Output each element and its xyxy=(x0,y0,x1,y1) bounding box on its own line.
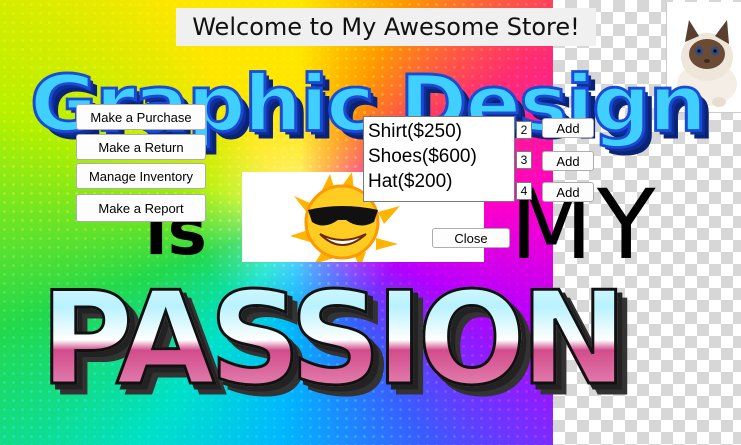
add-shoes-button[interactable]: Add xyxy=(542,151,594,171)
quantity-field-shoes[interactable]: 3 xyxy=(516,151,532,169)
list-item[interactable]: Shoes($600) xyxy=(368,144,510,169)
product-listbox[interactable]: Shirt($250) Shoes($600) Hat($200) xyxy=(363,116,515,202)
close-button[interactable]: Close xyxy=(432,228,510,248)
passion-wordart: PASSION xyxy=(39,255,720,425)
make-report-button[interactable]: Make a Report xyxy=(76,194,206,222)
list-item[interactable]: Shirt($250) xyxy=(368,119,510,144)
quantity-field-shirt[interactable]: 2 xyxy=(516,121,532,139)
list-item[interactable]: Hat($200) xyxy=(368,169,510,194)
add-shirt-button[interactable]: Add xyxy=(542,118,594,138)
add-hat-button[interactable]: Add xyxy=(542,182,594,202)
make-return-button[interactable]: Make a Return xyxy=(76,134,206,160)
window-title: Welcome to My Awesome Store! xyxy=(176,8,596,46)
manage-inventory-button[interactable]: Manage Inventory xyxy=(76,163,206,189)
quantity-field-hat[interactable]: 4 xyxy=(516,182,532,200)
make-purchase-button[interactable]: Make a Purchase xyxy=(76,104,206,130)
